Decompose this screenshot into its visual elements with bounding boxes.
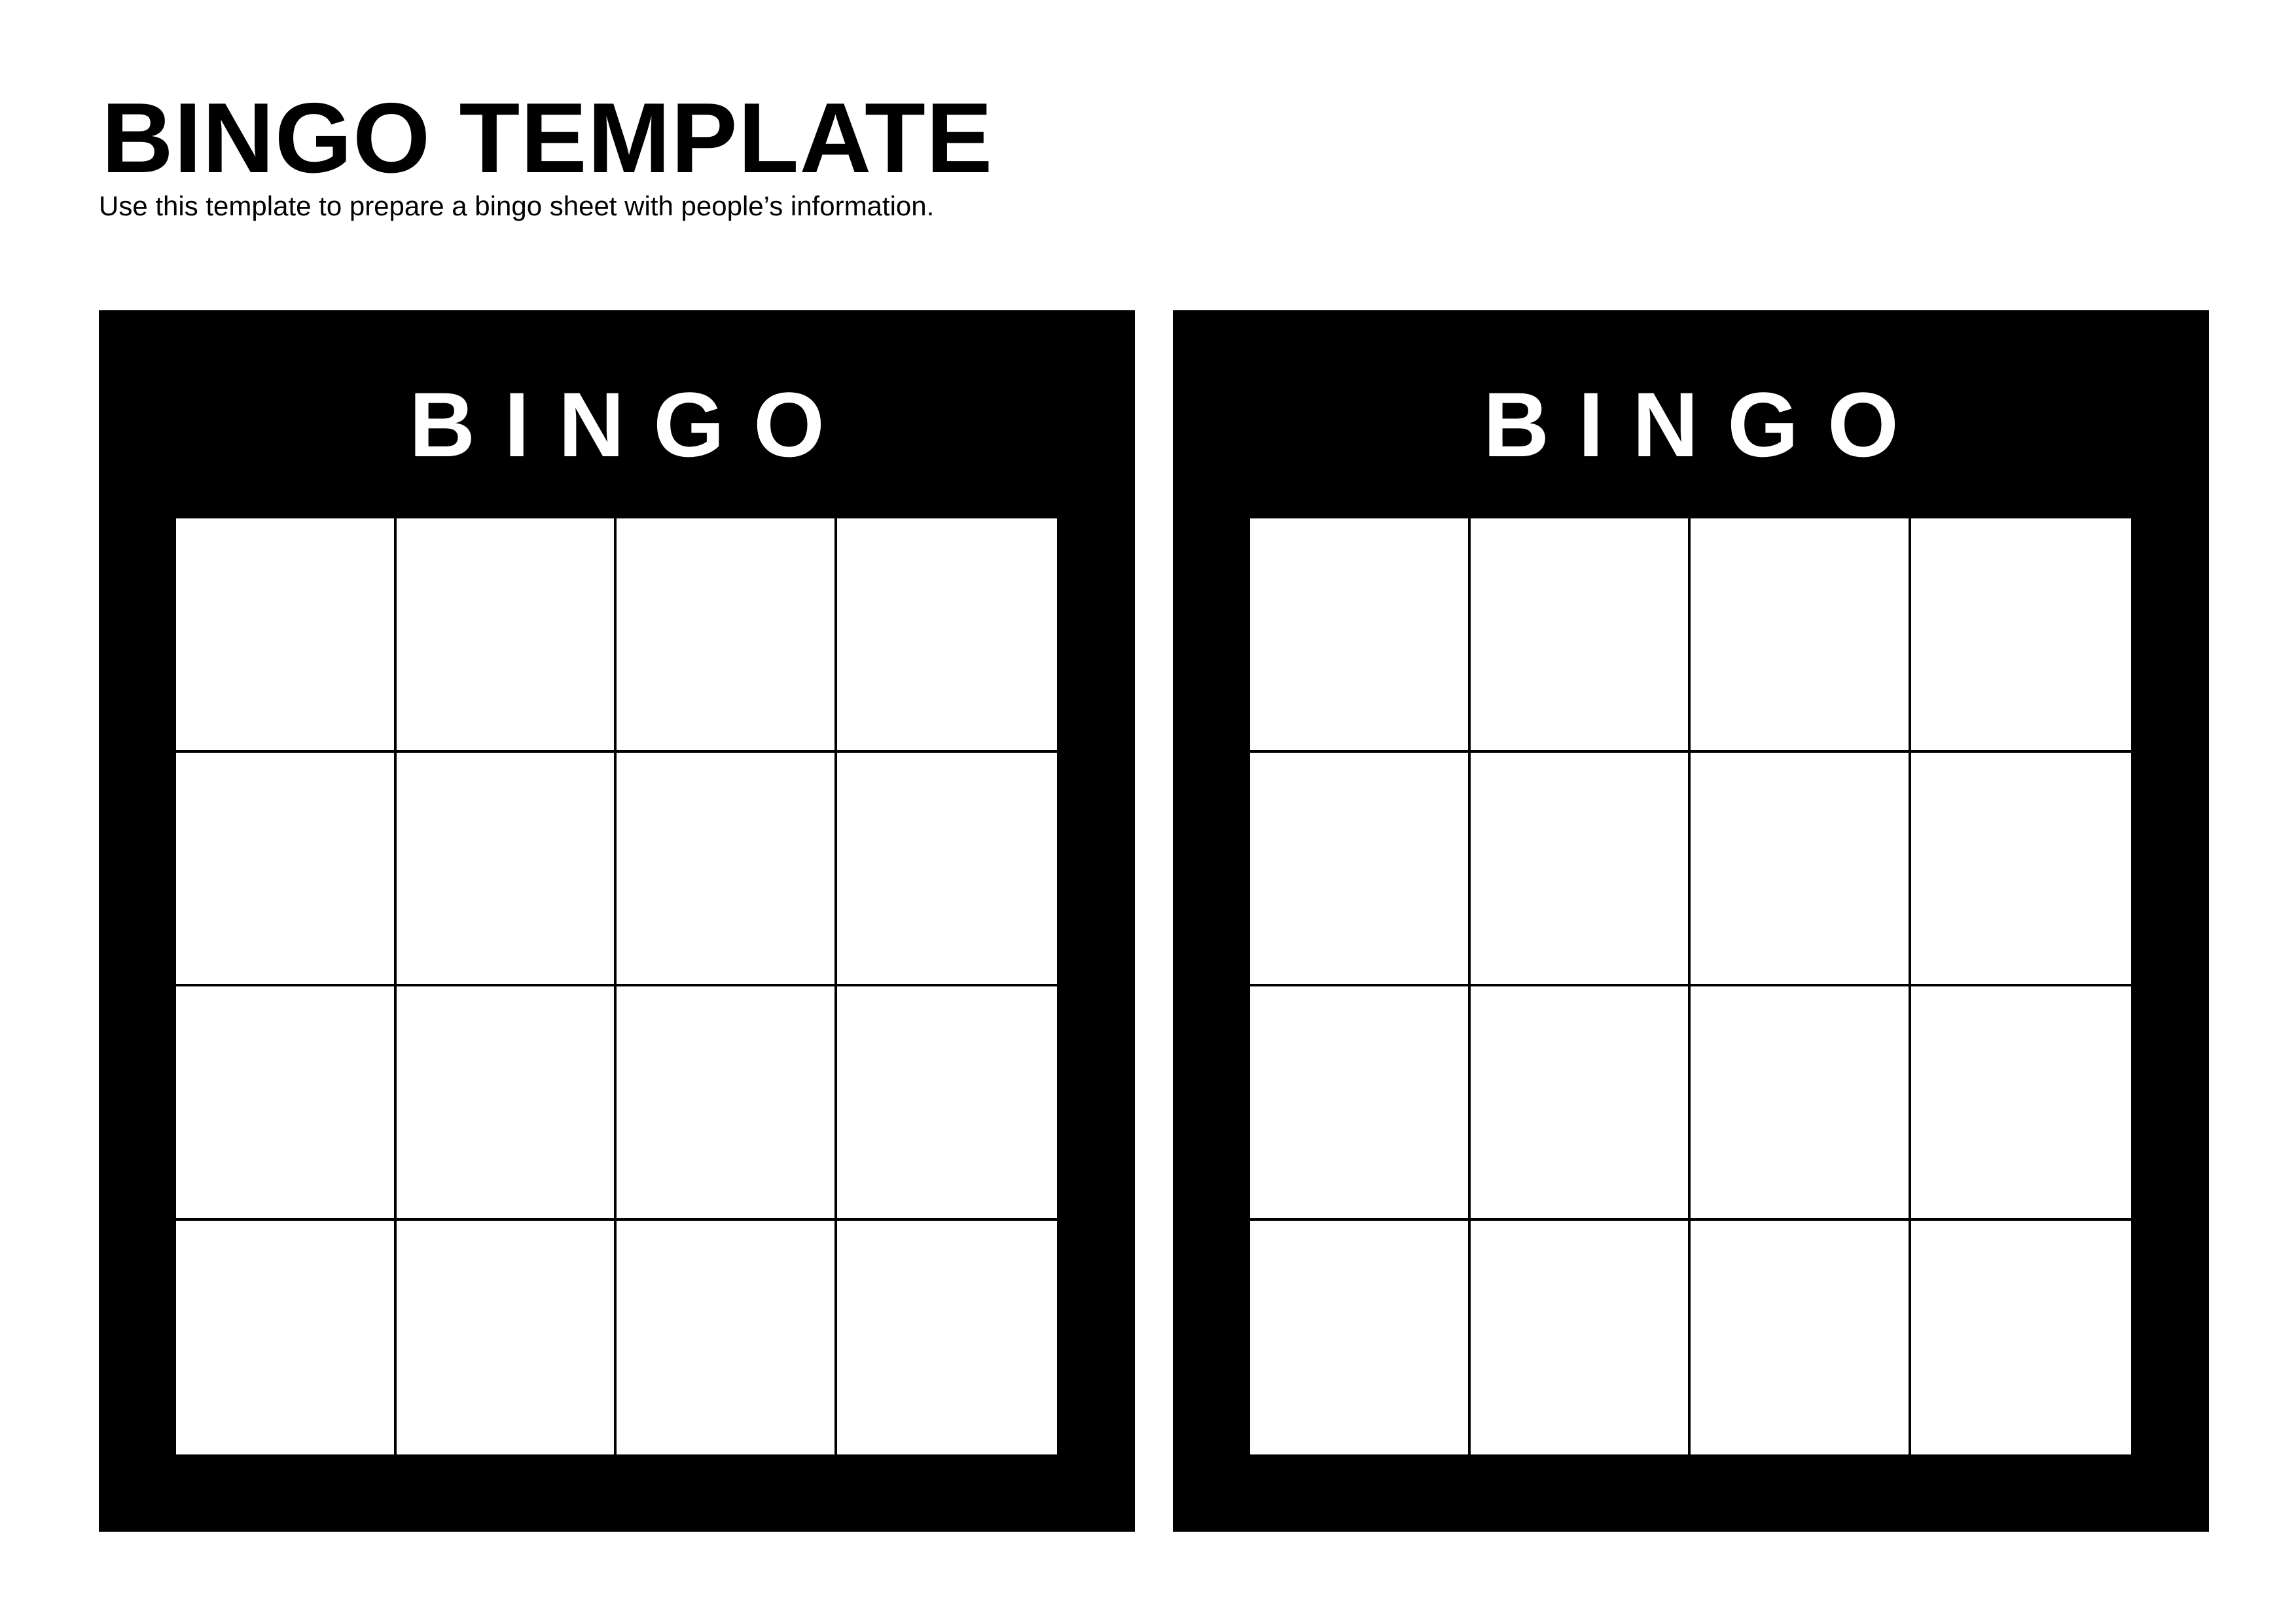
bingo-cell[interactable] bbox=[1250, 1220, 1471, 1454]
bingo-cell[interactable] bbox=[617, 1220, 837, 1454]
bingo-cell[interactable] bbox=[1691, 752, 1911, 986]
bingo-cell[interactable] bbox=[836, 986, 1057, 1221]
bingo-cell[interactable] bbox=[1691, 518, 1911, 753]
bingo-card-1: BINGO bbox=[99, 310, 1135, 1532]
bingo-cell[interactable] bbox=[176, 986, 397, 1221]
bingo-cell[interactable] bbox=[396, 1220, 617, 1454]
bingo-cell[interactable] bbox=[836, 1220, 1057, 1454]
bingo-grid bbox=[176, 518, 1057, 1454]
bingo-cell[interactable] bbox=[1910, 752, 2131, 986]
bingo-cell[interactable] bbox=[1691, 986, 1911, 1221]
bingo-cell[interactable] bbox=[1910, 518, 2131, 753]
bingo-cell[interactable] bbox=[1470, 1220, 1691, 1454]
bingo-cell[interactable] bbox=[1470, 518, 1691, 753]
bingo-cell[interactable] bbox=[396, 986, 617, 1221]
bingo-cell[interactable] bbox=[1470, 752, 1691, 986]
bingo-cell[interactable] bbox=[176, 518, 397, 753]
bingo-cell[interactable] bbox=[1250, 752, 1471, 986]
bingo-cell[interactable] bbox=[836, 752, 1057, 986]
bingo-cell[interactable] bbox=[1250, 518, 1471, 753]
bingo-cell[interactable] bbox=[396, 752, 617, 986]
bingo-cell[interactable] bbox=[1691, 1220, 1911, 1454]
page-subtitle: Use this template to prepare a bingo she… bbox=[99, 190, 935, 221]
bingo-cell[interactable] bbox=[617, 518, 837, 753]
bingo-card-heading: BINGO bbox=[409, 373, 853, 476]
page-title: BINGO TEMPLATE bbox=[101, 82, 994, 194]
bingo-cell[interactable] bbox=[1910, 986, 2131, 1221]
bingo-cell[interactable] bbox=[176, 752, 397, 986]
bingo-cell[interactable] bbox=[617, 986, 837, 1221]
bingo-cell[interactable] bbox=[617, 752, 837, 986]
bingo-grid bbox=[1250, 518, 2131, 1454]
bingo-cell[interactable] bbox=[1470, 986, 1691, 1221]
bingo-cell[interactable] bbox=[396, 518, 617, 753]
bingo-cell[interactable] bbox=[836, 518, 1057, 753]
bingo-cell[interactable] bbox=[1250, 986, 1471, 1221]
bingo-card-heading: BINGO bbox=[1483, 373, 1928, 476]
bingo-cell[interactable] bbox=[176, 1220, 397, 1454]
bingo-card-2: BINGO bbox=[1173, 310, 2209, 1532]
bingo-cell[interactable] bbox=[1910, 1220, 2131, 1454]
